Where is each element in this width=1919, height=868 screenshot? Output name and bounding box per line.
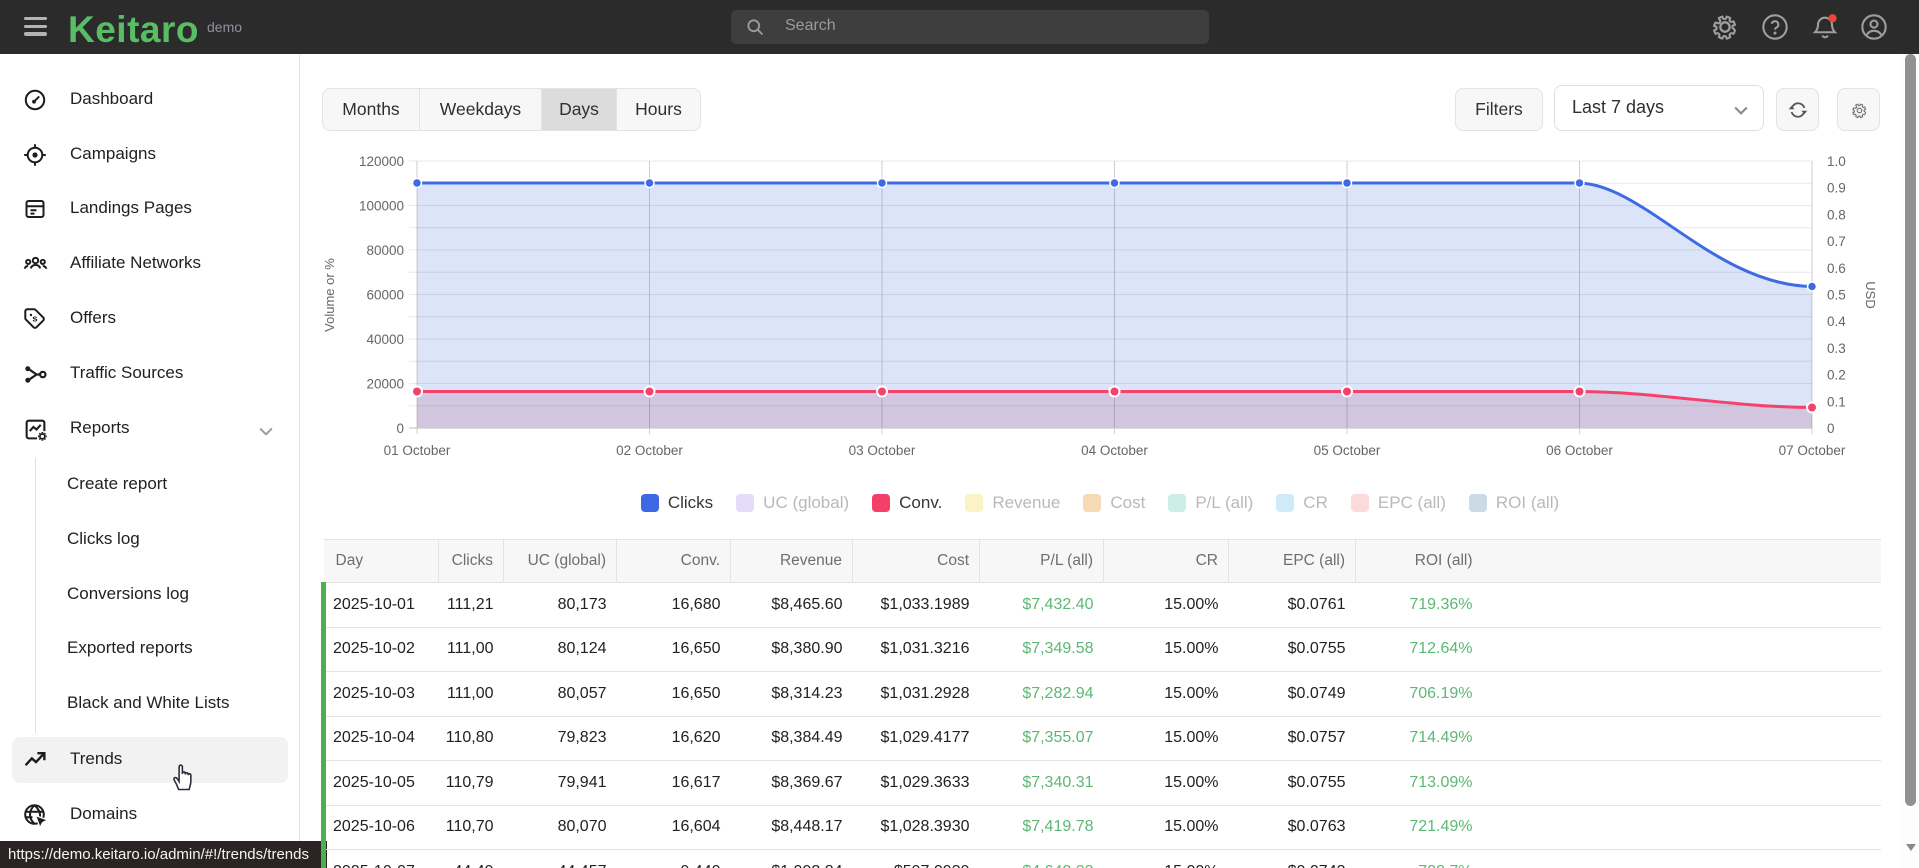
svg-text:05 October: 05 October	[1314, 443, 1381, 458]
svg-text:0.5: 0.5	[1827, 288, 1846, 303]
svg-text:60000: 60000	[366, 288, 404, 303]
svg-text:0.4: 0.4	[1827, 314, 1846, 329]
svg-text:04 October: 04 October	[1081, 443, 1148, 458]
svg-text:03 October: 03 October	[849, 443, 916, 458]
svg-text:40000: 40000	[366, 332, 404, 347]
svg-text:s: s	[32, 314, 37, 325]
svg-text:0.7: 0.7	[1827, 234, 1846, 249]
svg-text:0.9: 0.9	[1827, 181, 1846, 196]
svg-text:120000: 120000	[359, 154, 404, 169]
svg-text:02 October: 02 October	[616, 443, 683, 458]
svg-text:100000: 100000	[359, 199, 404, 214]
svg-text:0.1: 0.1	[1827, 394, 1846, 409]
svg-text:0.8: 0.8	[1827, 207, 1846, 222]
svg-text:USD: USD	[1863, 281, 1878, 308]
svg-text:1.0: 1.0	[1827, 154, 1846, 169]
svg-text:Volume or %: Volume or %	[322, 258, 337, 332]
svg-text:0.2: 0.2	[1827, 368, 1846, 383]
svg-text:07 October: 07 October	[1779, 443, 1846, 458]
svg-text:06 October: 06 October	[1546, 443, 1613, 458]
svg-text:0: 0	[396, 421, 404, 436]
svg-text:80000: 80000	[366, 243, 404, 258]
svg-text:0.6: 0.6	[1827, 261, 1846, 276]
svg-text:01 October: 01 October	[384, 443, 451, 458]
svg-text:20000: 20000	[366, 377, 404, 392]
svg-text:0.3: 0.3	[1827, 341, 1846, 356]
svg-text:0: 0	[1827, 421, 1835, 436]
